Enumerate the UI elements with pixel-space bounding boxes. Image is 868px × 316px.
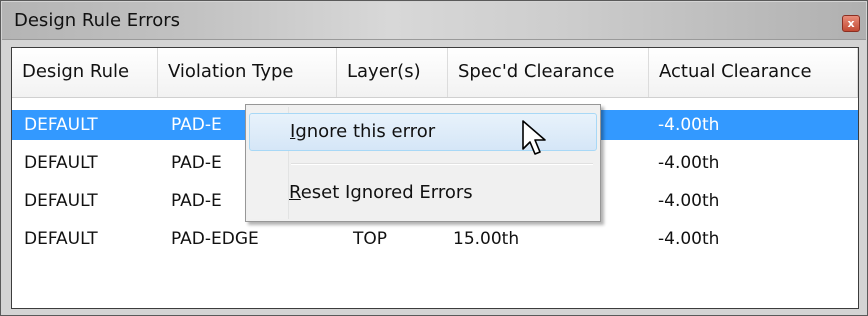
menu-item-label: Reset Ignored Errors [289,182,473,203]
cell-actual-clearance: -4.00th [658,115,720,135]
cell-design-rule: DEFAULT [24,115,98,135]
column-header-actual-clearance[interactable]: Actual Clearance [649,48,858,97]
close-icon: x [847,17,855,30]
menu-item-label: Ignore this error [290,121,436,142]
cell-actual-clearance: -4.00th [658,229,720,249]
cell-layers: TOP [353,229,388,249]
column-header-layers[interactable]: Layer(s) [337,48,448,97]
menu-separator [291,163,593,165]
cell-violation-type: PAD-EDGE [171,229,259,249]
cell-violation-type: PAD-E [171,191,222,211]
table-row[interactable]: DEFAULT PAD-EDGE TOP 15.00th -4.00th [12,224,858,254]
cell-design-rule: DEFAULT [24,153,98,173]
column-header-violation-type[interactable]: Violation Type [158,48,337,97]
cell-actual-clearance: -4.00th [658,191,720,211]
menu-item-reset-ignored-errors[interactable]: Reset Ignored Errors [249,175,597,213]
mouse-pointer-icon [522,120,546,155]
table-header: Design Rule Violation Type Layer(s) Spec… [12,48,858,98]
cell-actual-clearance: -4.00th [658,153,720,173]
title-bar[interactable]: Design Rule Errors x [2,2,866,40]
cell-violation-type: PAD-E [171,115,222,135]
close-button[interactable]: x [842,15,860,32]
column-header-specd-clearance[interactable]: Spec'd Clearance [448,48,649,97]
cell-violation-type: PAD-E [171,153,222,173]
window-title: Design Rule Errors [14,10,181,31]
cell-design-rule: DEFAULT [24,191,98,211]
cell-design-rule: DEFAULT [24,229,98,249]
cell-specd-clearance: 15.00th [453,229,520,249]
column-header-design-rule[interactable]: Design Rule [12,48,158,97]
